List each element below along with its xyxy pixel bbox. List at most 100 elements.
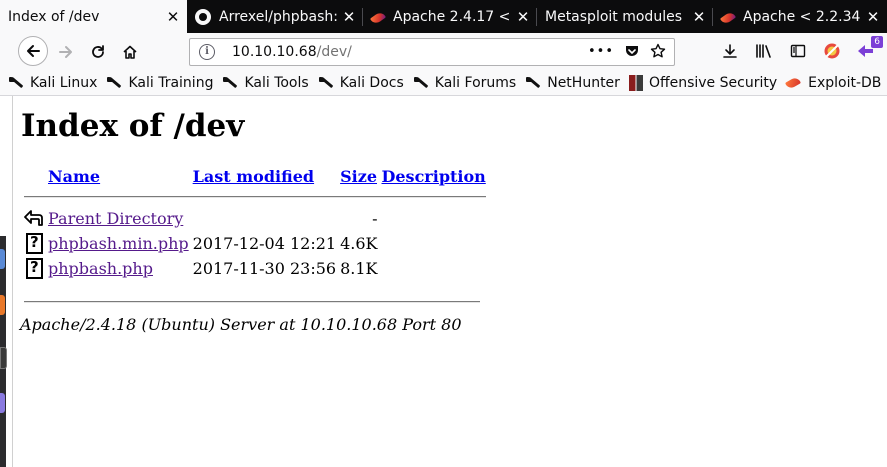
page-actions-menu-icon[interactable]: ••• [588, 44, 614, 59]
address-bar-actions: ••• [588, 43, 666, 59]
downloads-button[interactable] [719, 38, 741, 64]
bookmark-nethunter[interactable]: NetHunter [525, 75, 620, 91]
toolbar-right: 6 [719, 36, 883, 64]
download-icon [723, 44, 737, 58]
back-arrow-icon [27, 45, 40, 57]
last-modified-cell: 2017-11-30 23:56 [192, 258, 337, 278]
desktop-dock-edge [0, 236, 7, 467]
extension-button[interactable]: 6 [855, 36, 883, 64]
bookmarks-toolbar: Kali Linux Kali Training Kali Tools Kali… [0, 71, 887, 96]
bookmark-label: NetHunter [547, 75, 620, 91]
no-script-icon [824, 43, 840, 59]
bookmark-kali-linux[interactable]: Kali Linux [8, 75, 97, 91]
last-modified-cell: 2017-12-04 12:21 [192, 233, 337, 253]
divider [24, 196, 486, 198]
bookmark-kali-forums[interactable]: Kali Forums [413, 75, 516, 91]
file-link-phpbash-min[interactable]: phpbash.min.php [48, 234, 189, 253]
home-icon [123, 45, 137, 59]
close-icon[interactable]: ✕ [165, 8, 181, 26]
forward-button[interactable] [52, 38, 80, 66]
file-link-phpbash[interactable]: phpbash.php [48, 259, 153, 278]
tab-metasploit-modules[interactable]: Metasploit modules r ✕ [537, 0, 713, 33]
back-button[interactable] [18, 36, 48, 66]
dock-app-icon[interactable] [0, 249, 5, 269]
reload-icon [92, 45, 104, 58]
column-header-modified: Last modified [192, 166, 337, 187]
bookmark-label: Kali Linux [30, 75, 98, 91]
bookmark-star-icon[interactable] [650, 43, 666, 59]
close-icon[interactable]: ✕ [341, 8, 357, 26]
sort-by-description-link[interactable]: Description [382, 167, 486, 186]
bookmark-exploit-db[interactable]: Exploit-DB [786, 75, 881, 91]
table-row: phpbash.php 2017-11-30 23:56 8.1K [23, 257, 487, 280]
dock-app-icon[interactable] [0, 393, 5, 413]
column-header-name: Name [47, 166, 190, 187]
tab-title: Arrexel/phpbash: [219, 8, 337, 25]
address-bar[interactable]: i 10.10.10.68/dev/ ••• [189, 38, 675, 66]
library-button[interactable] [753, 38, 775, 64]
sidebar-button[interactable] [787, 38, 809, 64]
kali-dragon-icon [525, 75, 541, 91]
noscript-button[interactable] [821, 38, 843, 64]
server-signature: Apache/2.4.18 (Ubuntu) Server at 10.10.1… [20, 315, 462, 334]
kali-dragon-icon [413, 75, 429, 91]
table-row: Parent Directory - [23, 207, 487, 230]
kali-dragon-icon [106, 75, 122, 91]
tab-apache-2-4-17[interactable]: Apache 2.4.17 < 2 ✕ [363, 0, 537, 33]
dock-app-icon[interactable] [0, 295, 5, 315]
tab-apache-2-2-34[interactable]: Apache < 2.2.34 / ✕ [713, 0, 887, 33]
tab-index-of-dev[interactable]: Index of /dev ✕ [0, 0, 187, 33]
directory-listing-table: Name Last modified Size Description Pare… [21, 164, 489, 282]
sidebar-icon [790, 44, 806, 58]
info-icon[interactable]: i [199, 44, 215, 60]
size-cell: 4.6K [340, 233, 378, 253]
dock-app-icon[interactable] [0, 347, 7, 369]
file-name-cell: Parent Directory [47, 207, 190, 230]
bookmark-offensive-security[interactable]: Offensive Security [628, 75, 778, 91]
reload-button[interactable] [84, 38, 112, 66]
sort-by-size-link[interactable]: Size [340, 167, 377, 186]
url-path: /dev/ [316, 44, 352, 60]
unknown-file-icon [26, 257, 43, 279]
divider [24, 301, 480, 303]
tab-title: Apache < 2.2.34 / [743, 8, 861, 25]
back-arrow-icon [24, 209, 43, 226]
bookmark-label: Exploit-DB [808, 75, 882, 91]
file-name-cell: phpbash.php [47, 257, 190, 280]
parent-directory-link[interactable]: Parent Directory [48, 209, 183, 228]
file-name-cell: phpbash.min.php [47, 232, 190, 255]
divider-row [23, 189, 487, 205]
unknown-file-icon [26, 232, 43, 254]
pocket-icon[interactable] [624, 43, 640, 59]
icon-column-header [23, 166, 45, 187]
offsec-icon [628, 75, 643, 91]
exploit-db-icon [369, 10, 387, 25]
bookmark-label: Offensive Security [648, 75, 778, 91]
bookmark-kali-training[interactable]: Kali Training [106, 75, 213, 91]
bookmark-kali-docs[interactable]: Kali Docs [318, 75, 404, 91]
bookmark-label: Kali Docs [339, 75, 404, 91]
bookmark-label: Kali Forums [434, 75, 517, 91]
sort-by-name-link[interactable]: Name [48, 167, 100, 186]
tab-title: Index of /dev [8, 8, 100, 25]
bookmark-kali-tools[interactable]: Kali Tools [222, 75, 309, 91]
last-modified-cell [192, 207, 337, 230]
tab-strip: Index of /dev ✕ Arrexel/phpbash: ✕ Apach… [0, 0, 887, 33]
kali-dragon-icon [222, 75, 238, 91]
tab-phpbash-github[interactable]: Arrexel/phpbash: ✕ [187, 0, 363, 33]
tab-title: Metasploit modules r [545, 8, 687, 25]
table-header-row: Name Last modified Size Description [23, 166, 487, 187]
close-icon[interactable]: ✕ [691, 8, 707, 26]
row-icon-cell [23, 207, 45, 230]
close-icon[interactable]: ✕ [515, 8, 531, 26]
github-icon [195, 8, 211, 25]
description-cell [381, 257, 487, 280]
exploit-db-icon [786, 75, 802, 91]
sort-by-modified-link[interactable]: Last modified [193, 167, 314, 186]
library-icon [756, 44, 771, 58]
close-icon[interactable]: ✕ [865, 8, 881, 26]
url-text[interactable]: 10.10.10.68/dev/ [232, 44, 352, 60]
row-icon-cell [23, 257, 45, 280]
forward-arrow-icon [59, 46, 72, 58]
home-button[interactable] [116, 38, 144, 66]
